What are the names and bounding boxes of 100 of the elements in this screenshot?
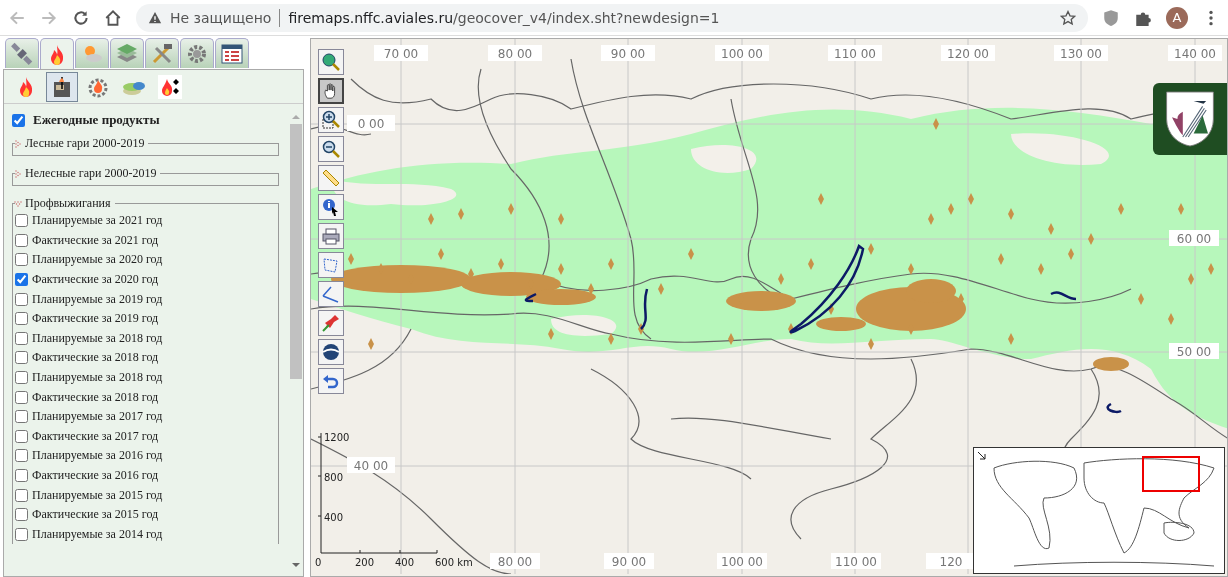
grid-label: 80 00	[490, 553, 540, 569]
scale-label: 800	[324, 472, 344, 483]
checkbox-label: Фактические за 2018 год	[32, 350, 159, 366]
map-tool-button[interactable]	[318, 78, 344, 104]
checkbox-label: Фактические за 2018 год	[32, 389, 159, 405]
pin-icon	[321, 313, 341, 333]
checkbox[interactable]	[15, 390, 28, 404]
flame-dots-icon	[158, 75, 182, 99]
checkbox[interactable]	[12, 113, 25, 127]
panel-tab[interactable]	[5, 38, 39, 68]
checkbox[interactable]	[15, 449, 28, 463]
grid-label: 0 00	[347, 115, 395, 131]
scale-label: 400	[395, 557, 415, 568]
satellite-icon	[10, 41, 34, 66]
ruler-icon	[321, 168, 341, 188]
checkbox[interactable]	[15, 371, 28, 385]
checkbox[interactable]	[15, 312, 28, 326]
grid-label: 110 00	[831, 553, 881, 569]
checkbox[interactable]	[15, 214, 28, 228]
checkbox-label: Планируемые за 2021 год	[32, 213, 163, 229]
scale-label: 200	[355, 557, 375, 568]
scale-label: 400	[324, 512, 344, 523]
star-icon[interactable]	[1060, 9, 1076, 26]
checkbox[interactable]	[15, 233, 28, 247]
checkbox-label: Планируемые за 2016 год	[32, 448, 163, 464]
zoom-out-icon	[321, 139, 341, 159]
checkbox[interactable]	[15, 351, 28, 365]
checkbox-label: Фактические за 2020 год	[32, 272, 159, 288]
checkbox[interactable]	[15, 429, 28, 443]
grid-label: 120	[926, 553, 976, 569]
url-text: firemaps.nffc.aviales.ru/geocover_v4/index.sht?newdesign=1	[288, 9, 721, 26]
grid-label: 60 00	[1169, 230, 1219, 246]
table-icon	[220, 41, 244, 66]
checkbox-label: Фактические за 2019 год	[32, 311, 159, 327]
polyline-icon	[321, 284, 341, 304]
shield-emblem-icon	[1163, 89, 1217, 149]
grid-label: 40 00	[347, 457, 395, 473]
grid-label: 90 00	[604, 553, 654, 569]
checkbox[interactable]	[15, 292, 28, 306]
checkbox[interactable]	[15, 253, 28, 267]
checkbox-label: Планируемые за 2015 год	[32, 487, 163, 503]
panel-tab[interactable]	[215, 38, 249, 68]
polygon-icon	[321, 255, 341, 275]
overview-map[interactable]	[973, 447, 1225, 574]
grid-label: 50 00	[1169, 343, 1219, 359]
map-tool-button[interactable]	[318, 194, 344, 220]
grid-label: 70 00	[374, 45, 428, 61]
printer-icon	[321, 226, 341, 246]
scale-label: 600 km	[435, 557, 473, 568]
checkbox[interactable]	[15, 273, 28, 287]
reload-icon[interactable]	[72, 8, 90, 27]
panel-tab[interactable]	[40, 38, 74, 70]
view-extent-box[interactable]	[1142, 456, 1200, 492]
checkbox-label: Планируемые за 2018 год	[32, 370, 163, 386]
sub-tab[interactable]	[46, 72, 78, 102]
checkbox-label: Фактические за 2017 год	[32, 428, 159, 444]
address-bar[interactable]: Не защищено firemaps.nffc.aviales.ru/geocover_v4/index.sht?newdesign=1	[136, 3, 1088, 32]
checkbox[interactable]	[15, 508, 28, 522]
checkbox-label: Ежегодные продукты	[33, 112, 160, 128]
grid-label: 80 00	[488, 45, 542, 61]
grid-label: 100 00	[715, 45, 769, 61]
checkbox-label: Планируемые за 2019 год	[32, 291, 163, 307]
profile-avatar[interactable]: A	[1166, 6, 1188, 29]
checkbox-label: Планируемые за 2020 год	[32, 252, 163, 268]
group-title[interactable]: Лесные гари 2000-2019	[25, 136, 145, 151]
grid-label: 140 00	[1168, 45, 1222, 61]
checkbox[interactable]	[15, 527, 28, 541]
checkbox[interactable]	[15, 331, 28, 345]
checkbox-label: Фактические за 2015 год	[32, 507, 159, 523]
grid-label: 110 00	[828, 45, 882, 61]
checkbox-label: Фактические за 2016 год	[32, 468, 159, 483]
panel-tab[interactable]	[180, 38, 214, 68]
globe-icon	[321, 342, 341, 362]
checkbox-label: Планируемые за 2014 год	[32, 526, 163, 542]
map-view[interactable]: 70 00 80 00 90 00 100 00 110 00 120 00 130 00 140 00 80 00 90 00 100 00 110 00 120 0 00 40 00 60 00 50 00 1200 800 400 0 200 400 600 km	[310, 38, 1228, 577]
warning-icon	[148, 10, 162, 25]
globe-search-icon	[321, 52, 341, 72]
map-tool-button[interactable]	[318, 107, 344, 133]
grid-label: 100 00	[717, 553, 767, 569]
grid-label: 120 00	[941, 45, 995, 61]
group-title[interactable]: Нелесные гари 2000-2019	[25, 166, 157, 181]
panel-tab[interactable]	[145, 38, 179, 68]
scrollbar-thumb[interactable]	[290, 124, 302, 379]
grid-label: 130 00	[1054, 45, 1108, 61]
security-label: Не защищено	[170, 9, 272, 26]
map-tool-button[interactable]	[318, 339, 344, 365]
collapse-arrow-icon[interactable]	[977, 451, 987, 461]
checkbox[interactable]	[15, 410, 28, 424]
checkbox-label: Планируемые за 2017 год	[32, 409, 163, 425]
scroll-down-icon[interactable]	[292, 562, 300, 568]
checkbox-label: Планируемые за 2018 год	[32, 330, 163, 346]
shield-icon[interactable]	[1102, 8, 1120, 27]
group-title[interactable]: Профвыжигания	[25, 196, 111, 211]
checkbox-label: Фактические за 2021 год	[32, 232, 159, 248]
hammer-wrench-icon	[150, 41, 174, 66]
checkbox[interactable]	[15, 469, 28, 482]
home-icon[interactable]	[104, 8, 122, 27]
checkbox[interactable]	[15, 488, 28, 502]
scale-label: 0	[315, 557, 322, 568]
map-tool-button[interactable]	[318, 136, 344, 162]
